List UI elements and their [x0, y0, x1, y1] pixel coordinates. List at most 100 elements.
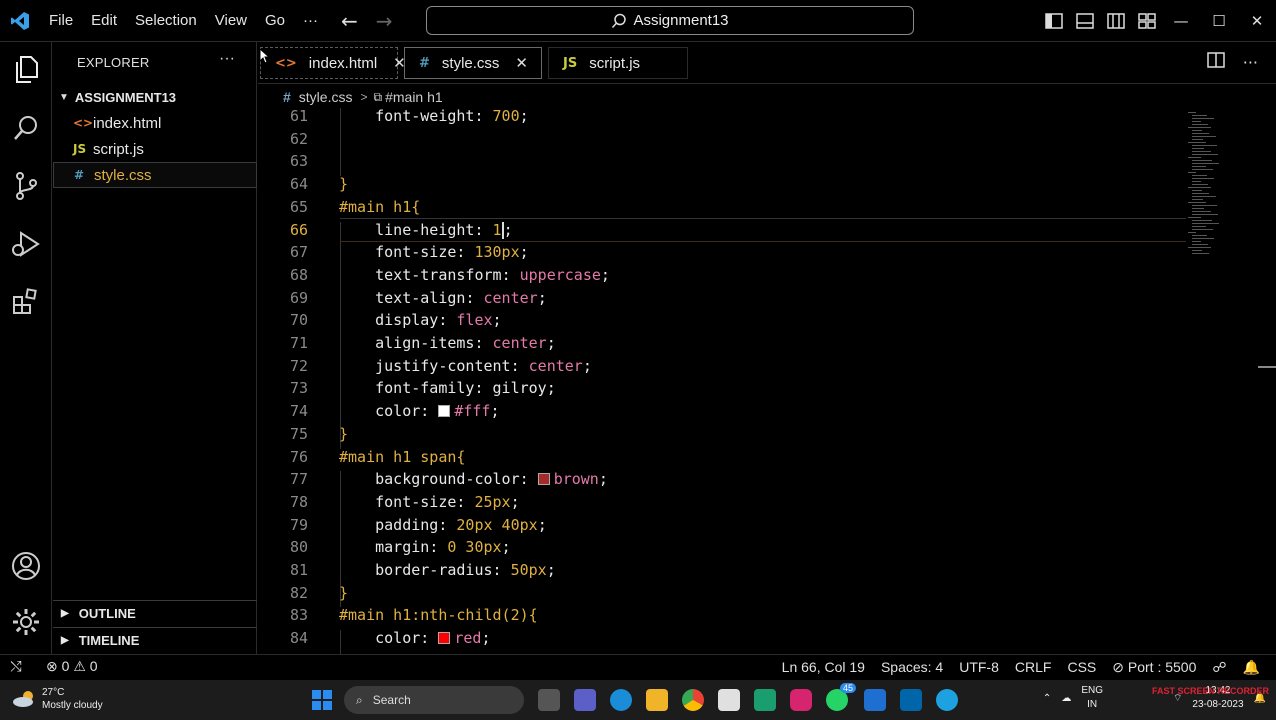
- timeline-section[interactable]: ▶ TIMELINE: [53, 627, 257, 653]
- clock-date: 23-08-2023: [1192, 699, 1244, 710]
- symbol-icon: ⧉: [373, 89, 383, 104]
- tab-index-html[interactable]: <> index.html ✕: [260, 47, 406, 79]
- remote-indicator-icon[interactable]: ⤭: [0, 658, 32, 675]
- file-explorer-icon[interactable]: [646, 689, 668, 711]
- chevron-up-icon[interactable]: ⌃: [1043, 693, 1051, 704]
- line-content: margin: 0 30px;: [339, 538, 510, 556]
- line-number: 68: [289, 265, 308, 284]
- minimap-line: [1188, 187, 1211, 188]
- onedrive-cloud-icon[interactable]: ☁: [1061, 693, 1071, 704]
- forward-arrow-icon[interactable]: →: [376, 9, 393, 33]
- menu-edit[interactable]: Edit: [82, 12, 126, 29]
- close-window-icon[interactable]: ✕: [1238, 0, 1276, 42]
- outline-section[interactable]: ▶ OUTLINE: [53, 600, 257, 626]
- minimap-line: [1188, 157, 1201, 158]
- whatsapp-icon[interactable]: 45: [826, 683, 856, 711]
- run-debug-icon[interactable]: [0, 220, 52, 268]
- split-editor-icon[interactable]: [1206, 52, 1225, 72]
- task-view-icon[interactable]: [538, 689, 560, 711]
- breadcrumb-file[interactable]: style.css: [299, 89, 353, 105]
- language-indicator[interactable]: ENG IN: [1081, 684, 1103, 712]
- punctuation: ;: [492, 311, 502, 330]
- css-keyword-value: center: [528, 356, 583, 375]
- notifications-bell-icon[interactable]: 🔔: [1243, 659, 1260, 676]
- code-line: 76 #main h1 span{: [258, 446, 1188, 468]
- toggle-primary-sidebar-icon[interactable]: [1038, 0, 1069, 42]
- toggle-panel-icon[interactable]: [1069, 0, 1100, 42]
- tab-script-js[interactable]: JS script.js: [548, 47, 688, 79]
- maximize-icon[interactable]: ☐: [1200, 0, 1238, 42]
- accounts-icon[interactable]: [0, 542, 52, 590]
- encoding[interactable]: UTF-8: [959, 659, 999, 675]
- file-index-html[interactable]: <> index.html: [53, 110, 257, 136]
- code-line: 81 border-radius: 50px;: [258, 559, 1188, 581]
- minimap-line: [1192, 178, 1214, 179]
- app-icon[interactable]: [754, 689, 776, 711]
- end-of-line[interactable]: CRLF: [1015, 659, 1052, 675]
- menu-go[interactable]: Go: [256, 12, 294, 29]
- back-arrow-icon[interactable]: ←: [341, 9, 358, 33]
- html-file-icon: <>: [275, 55, 297, 71]
- menu-file[interactable]: File: [40, 12, 82, 29]
- toggle-secondary-sidebar-icon[interactable]: [1100, 0, 1131, 42]
- minimap-line: [1188, 247, 1211, 248]
- minimize-icon[interactable]: —: [1162, 0, 1200, 42]
- line-content: font-size: 25px;: [339, 493, 520, 511]
- warning-icon: ⚠: [73, 658, 86, 674]
- source-control-icon[interactable]: [0, 162, 52, 210]
- file-name: index.html: [93, 114, 162, 132]
- taskbar-search-label: Search: [372, 693, 411, 707]
- chrome-icon[interactable]: [682, 689, 704, 711]
- edge-beta-icon[interactable]: [610, 689, 632, 711]
- minimap-line: [1192, 244, 1208, 245]
- instagram-icon[interactable]: [790, 689, 812, 711]
- menu-more-icon[interactable]: ···: [294, 12, 327, 29]
- weather-widget[interactable]: 27°C Mostly cloudy: [12, 686, 103, 712]
- file-script-js[interactable]: JS script.js: [53, 136, 257, 162]
- taskbar-search[interactable]: ⌕ Search: [344, 686, 524, 714]
- weather-temp: 27°C: [42, 687, 65, 698]
- indentation[interactable]: Spaces: 4: [881, 659, 943, 675]
- tab-style-css[interactable]: # style.css ✕: [404, 47, 542, 79]
- language-mode[interactable]: CSS: [1067, 659, 1096, 675]
- explorer-files-icon[interactable]: [0, 46, 52, 94]
- extensions-icon[interactable]: [0, 278, 52, 326]
- vscode-taskbar-icon[interactable]: [900, 689, 922, 711]
- customize-layout-icon[interactable]: [1131, 0, 1162, 42]
- feedback-icon[interactable]: ☍: [1212, 659, 1226, 676]
- code-line: 84 color: red;: [258, 627, 1188, 649]
- command-center-search[interactable]: Assignment13: [426, 6, 914, 35]
- breadcrumb-symbol[interactable]: #main h1: [385, 89, 443, 105]
- explorer-more-actions-icon[interactable]: ···: [219, 50, 235, 68]
- punctuation: ;: [546, 334, 556, 352]
- vertical-scrollbar[interactable]: [1258, 366, 1276, 368]
- minimap-line: [1192, 124, 1208, 125]
- store-icon[interactable]: [718, 689, 740, 711]
- windows-start-icon[interactable]: [311, 689, 333, 711]
- folder-assignment13[interactable]: ▼ ASSIGNMENT13: [53, 86, 257, 108]
- settings-gear-icon[interactable]: [0, 598, 52, 646]
- code-editor[interactable]: 61 font-weight: 700; 62 63 64} 65 #main h1{66…: [258, 108, 1276, 654]
- minimap[interactable]: [1188, 112, 1219, 262]
- edge-icon[interactable]: [936, 689, 958, 711]
- search-icon[interactable]: [0, 104, 52, 152]
- minimap-line: [1192, 238, 1214, 239]
- file-style-css[interactable]: # style.css: [53, 162, 257, 188]
- line-number: 72: [289, 356, 308, 375]
- cursor-position[interactable]: Ln 66, Col 19: [782, 659, 865, 675]
- line-number: 67: [289, 243, 308, 262]
- teams-icon[interactable]: [574, 689, 596, 711]
- line-content: border-radius: 50px;: [339, 561, 556, 579]
- menu-view[interactable]: View: [206, 12, 256, 29]
- problems-indicator[interactable]: ⊗ 0 ⚠ 0: [46, 658, 98, 675]
- minimap-line: [1192, 241, 1201, 242]
- more-actions-icon[interactable]: ···: [1243, 53, 1258, 72]
- close-tab-icon[interactable]: ✕: [515, 54, 528, 72]
- live-server-port[interactable]: ⊘ Port : 5500: [1112, 659, 1196, 676]
- menu-selection[interactable]: Selection: [126, 12, 206, 29]
- app-icon-2[interactable]: [864, 689, 886, 711]
- punctuation: :: [420, 402, 439, 421]
- minimap-line: [1192, 184, 1208, 185]
- line-number: 64: [289, 175, 308, 194]
- line-content: text-align: center;: [339, 289, 547, 307]
